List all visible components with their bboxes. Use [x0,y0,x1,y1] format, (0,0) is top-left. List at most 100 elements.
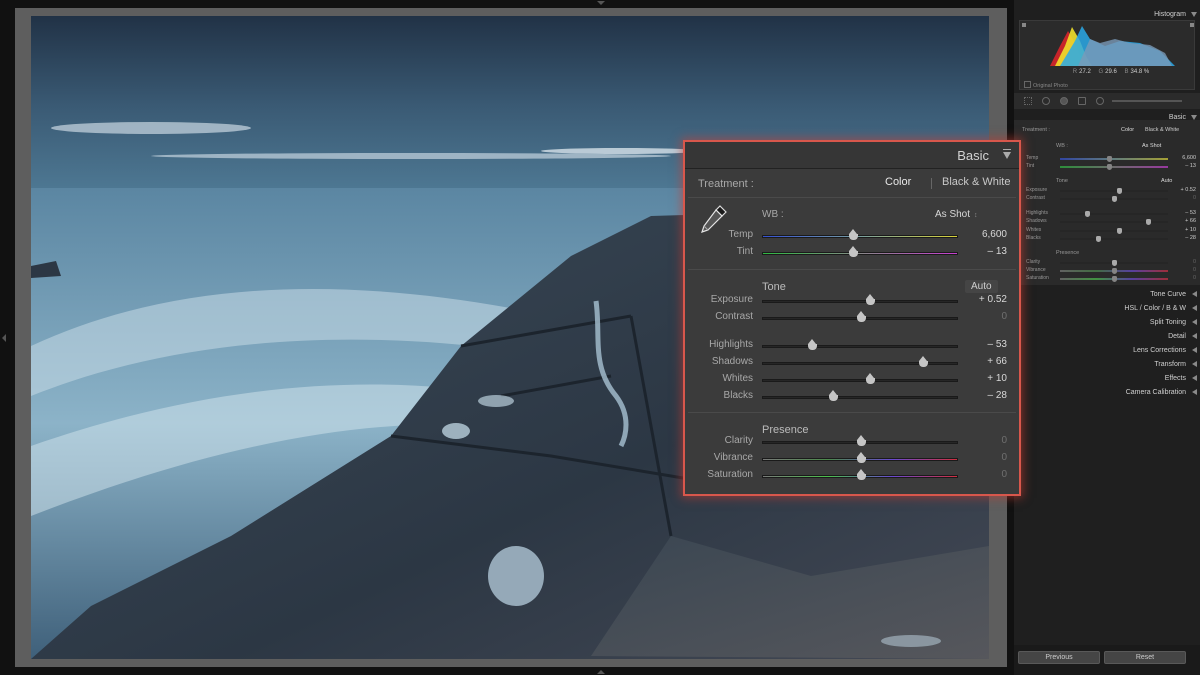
crop-tool-icon[interactable] [1024,97,1032,105]
slider-value-vibrance[interactable]: 0 [967,452,1007,463]
mini-wb-value[interactable]: As Shot [1142,143,1161,149]
slider-value-exposure[interactable]: + 0.52 [967,294,1007,305]
mini-track-temp[interactable] [1060,156,1168,162]
radial-filter-icon[interactable] [1096,97,1104,105]
treatment-color-option[interactable]: Color [885,176,911,188]
slider-track-temp[interactable] [762,229,958,240]
slider-label-tint: Tint [736,246,753,257]
graduated-filter-icon[interactable] [1078,97,1086,105]
slider-track-tint[interactable] [762,246,958,257]
slider-knob-exposure[interactable] [866,294,876,305]
basic-panel-header[interactable]: Basic [685,142,1019,169]
slider-knob-vibrance[interactable] [856,452,866,463]
section-header[interactable]: Effects [1014,372,1200,385]
section-header[interactable]: Detail [1014,330,1200,343]
mini-knob-temp[interactable] [1107,156,1113,162]
adjustment-brush-icon[interactable] [1112,100,1182,102]
mini-knob-highlights[interactable] [1084,211,1090,217]
expand-icon [1192,319,1197,325]
slider-track-exposure[interactable] [762,294,958,305]
mini-track-contrast[interactable] [1060,196,1168,202]
slider-knob-tint[interactable] [848,246,858,257]
tone-heading: Tone [762,281,786,293]
slider-knob-whites[interactable] [866,373,876,384]
slider-value-shadows[interactable]: + 66 [967,356,1007,367]
mini-track-blacks[interactable] [1060,236,1168,242]
mini-knob-clarity[interactable] [1111,260,1117,266]
slider-value-contrast[interactable]: 0 [967,311,1007,322]
expand-icon [1192,305,1197,311]
slider-knob-temp[interactable] [848,229,858,240]
slider-track-clarity[interactable] [762,435,958,446]
mini-knob-tint[interactable] [1107,164,1113,170]
mini-knob-blacks[interactable] [1096,236,1102,242]
bottom-panel-toggle-icon[interactable] [597,670,605,674]
section-title: Camera Calibration [1125,389,1186,396]
slider-track-highlights[interactable] [762,339,958,350]
slider-value-whites[interactable]: + 10 [967,373,1007,384]
slider-knob-saturation[interactable] [856,469,866,480]
mini-treatment-color[interactable]: Color [1121,127,1134,133]
mini-knob-saturation[interactable] [1111,276,1117,282]
mini-knob-shadows[interactable] [1146,219,1152,225]
auto-button[interactable]: Auto [965,280,998,293]
section-header[interactable]: Lens Corrections [1014,344,1200,357]
mini-value-blacks: – 28 [1185,235,1196,241]
previous-button[interactable]: Previous [1018,651,1100,664]
mini-knob-contrast[interactable] [1111,196,1117,202]
mini-label-whites: Whites [1026,227,1042,233]
mini-treatment-bw[interactable]: Black & White [1145,127,1179,133]
section-header[interactable]: Split Toning [1014,316,1200,329]
mini-knob-whites[interactable] [1116,228,1122,234]
slider-track-blacks[interactable] [762,390,958,401]
slider-track-whites[interactable] [762,373,958,384]
wb-label: WB : [762,209,784,220]
wb-select[interactable]: As Shot [935,209,978,220]
left-panel-toggle-icon[interactable] [2,334,6,342]
slider-knob-contrast[interactable] [856,311,866,322]
spot-removal-icon[interactable] [1042,97,1050,105]
mini-track-whites[interactable] [1060,228,1168,234]
mini-knob-exposure[interactable] [1116,188,1122,194]
slider-value-tint[interactable]: – 13 [967,246,1007,257]
slider-value-clarity[interactable]: 0 [967,435,1007,446]
slider-knob-highlights[interactable] [807,339,817,350]
slider-knob-shadows[interactable] [919,356,929,367]
slider-label-highlights: Highlights [709,339,753,350]
mini-auto-button[interactable]: Auto [1161,178,1172,184]
slider-label-saturation: Saturation [707,469,753,480]
mini-track-exposure[interactable] [1060,188,1168,194]
mini-track-shadows[interactable] [1060,219,1168,225]
slider-value-temp[interactable]: 6,600 [967,229,1007,240]
original-photo-checkbox[interactable]: Original Photo [1024,81,1068,89]
mini-track-saturation[interactable] [1060,276,1168,282]
slider-track-saturation[interactable] [762,469,958,480]
top-panel-toggle-icon[interactable] [597,1,605,5]
histogram[interactable]: R 27.2 G 29.6 B 34.8 % Original Photo [1019,20,1195,90]
slider-track-vibrance[interactable] [762,452,958,463]
section-header[interactable]: Transform [1014,358,1200,371]
slider-value-blacks[interactable]: – 28 [967,390,1007,401]
panel-collapse-icon[interactable] [1003,149,1011,159]
reset-button[interactable]: Reset [1104,651,1186,664]
section-header[interactable]: HSL / Color / B & W [1014,302,1200,315]
section-header[interactable]: Camera Calibration [1014,386,1200,399]
mini-track-tint[interactable] [1060,164,1168,170]
slider-value-saturation[interactable]: 0 [967,469,1007,480]
mini-track-highlights[interactable] [1060,211,1168,217]
slider-knob-blacks[interactable] [829,390,839,401]
slider-knob-clarity[interactable] [856,435,866,446]
mini-track-vibrance[interactable] [1060,268,1168,274]
slider-track-contrast[interactable] [762,311,958,322]
mini-track-clarity[interactable] [1060,260,1168,266]
mini-knob-vibrance[interactable] [1111,268,1117,274]
section-title: Detail [1168,333,1186,340]
slider-track-shadows[interactable] [762,356,958,367]
slider-value-highlights[interactable]: – 53 [967,339,1007,350]
mini-value-tint: – 13 [1185,163,1196,169]
treatment-bw-option[interactable]: Black & White [942,176,1010,188]
section-header[interactable]: Tone Curve [1014,288,1200,301]
red-eye-icon[interactable] [1060,97,1068,105]
mini-tone-heading: Tone [1056,178,1068,184]
expand-icon [1192,347,1197,353]
